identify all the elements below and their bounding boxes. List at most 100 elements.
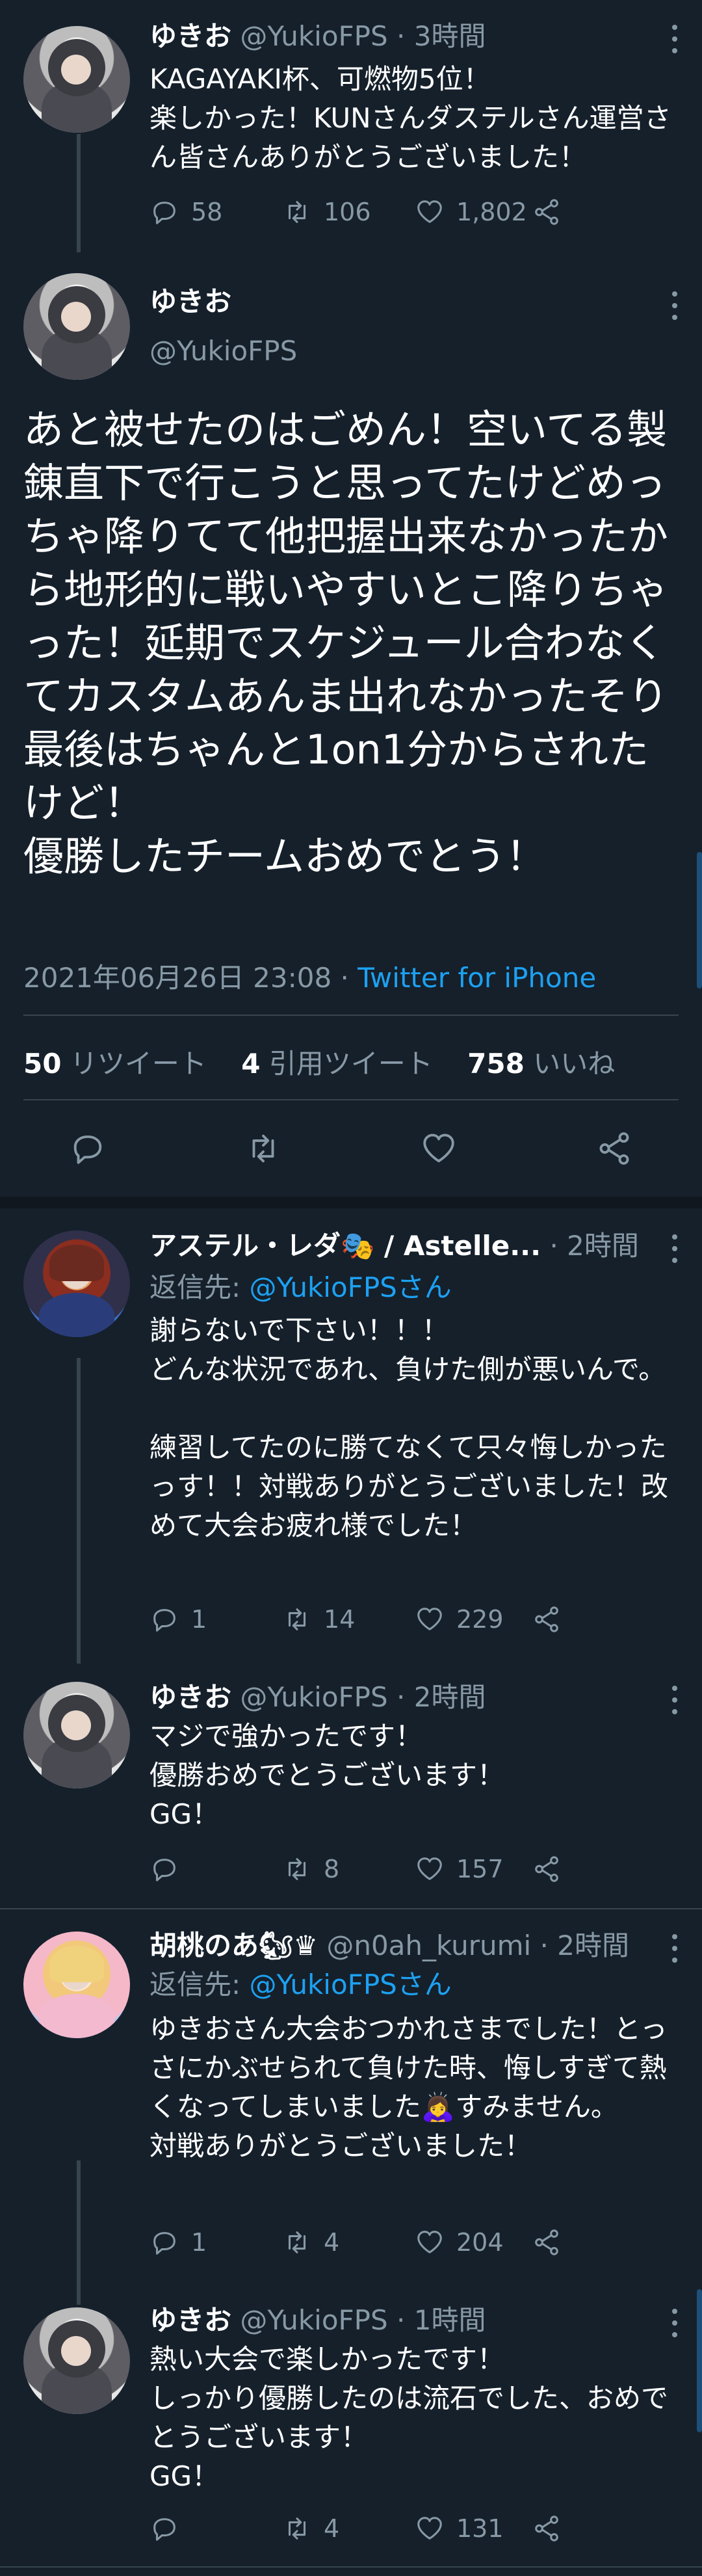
- heart-icon: [417, 1608, 442, 1630]
- avatar[interactable]: [23, 1682, 130, 1788]
- reply-icon: [153, 2518, 176, 2541]
- reply-to-mention[interactable]: @YukioFPSさん: [250, 1271, 452, 1303]
- like-count: 229: [456, 1605, 504, 1634]
- tweet-stats: 50 リツイート 4 引用ツイート 758 いいね: [23, 1042, 615, 1082]
- scrollbar-thumb[interactable]: [697, 2289, 702, 2432]
- reply-button[interactable]: 1: [150, 2227, 266, 2257]
- share-button[interactable]: [532, 1854, 562, 1884]
- reply-count: 1: [191, 2228, 207, 2257]
- reply-button[interactable]: 1: [150, 1604, 266, 1634]
- retweets-stat[interactable]: 50 リツイート: [23, 1048, 207, 1080]
- author-name[interactable]: 胡桃のあ🐿♛: [150, 1930, 318, 1961]
- avatar[interactable]: [23, 1932, 130, 2038]
- heart-icon: [417, 2231, 442, 2253]
- tweet-actions: 4 131: [150, 2509, 686, 2548]
- author-name[interactable]: ゆきお: [150, 20, 231, 52]
- author-handle[interactable]: @YukioFPS: [240, 20, 387, 52]
- tweet-time[interactable]: 1時間: [414, 2304, 486, 2336]
- avatar[interactable]: [23, 26, 130, 133]
- like-button[interactable]: 131: [415, 2514, 532, 2543]
- scrollbar-thumb[interactable]: [697, 852, 702, 989]
- tweet-actions: 1 14 229: [150, 1600, 686, 1639]
- thread-line: [77, 134, 81, 252]
- main-tweet-actions: [0, 1122, 702, 1175]
- reply-button[interactable]: 58: [150, 197, 266, 227]
- share-button[interactable]: [532, 2514, 562, 2543]
- retweet-button[interactable]: 106: [282, 197, 399, 227]
- share-button[interactable]: [532, 1604, 562, 1634]
- tweet-date: 2021年06月26日 23:08 ·: [23, 962, 358, 994]
- heart-icon: [417, 2517, 442, 2540]
- retweet-button[interactable]: 8: [282, 1854, 399, 1884]
- tweet-time[interactable]: 3時間: [414, 20, 486, 52]
- quotes-stat[interactable]: 4 引用ツイート: [241, 1048, 433, 1080]
- divider: [0, 1908, 702, 1909]
- retweet-button[interactable]: 4: [282, 2227, 399, 2257]
- more-options-icon[interactable]: [670, 1686, 680, 1714]
- share-icon: [535, 2229, 558, 2255]
- retweet-icon[interactable]: [244, 1130, 282, 1167]
- more-options-icon[interactable]: [670, 291, 680, 320]
- share-icon[interactable]: [595, 1130, 633, 1167]
- reply-icon[interactable]: [69, 1130, 107, 1167]
- retweet-count: 106: [324, 198, 371, 226]
- like-count: 157: [456, 1855, 504, 1883]
- main-tweet-text: あと被せたのはごめん！空いてる製錬直下で行こうと思ってたけどめっちゃ降りてて他把…: [23, 406, 669, 880]
- share-icon: [535, 2516, 558, 2542]
- author-handle[interactable]: @YukioFPS: [240, 1681, 387, 1713]
- reply-button[interactable]: [150, 2514, 266, 2543]
- more-options-icon[interactable]: [670, 1934, 680, 1963]
- author-handle[interactable]: @YukioFPS: [240, 2304, 387, 2336]
- reply-to-mention[interactable]: @YukioFPSさん: [250, 1969, 452, 2000]
- tweet-time[interactable]: 2時間: [557, 1930, 629, 1961]
- more-options-icon[interactable]: [670, 25, 680, 53]
- more-options-icon[interactable]: [670, 2309, 680, 2337]
- like-button[interactable]: 157: [415, 1854, 532, 1884]
- retweet-button[interactable]: 4: [282, 2514, 399, 2543]
- tweet-text: ゆきおさん大会おつかれさまでした！とっさにかぶせられて負けた時、悔しすぎて熱くな…: [150, 2013, 668, 2162]
- tweet-time[interactable]: 2時間: [414, 1681, 486, 1713]
- thread-line: [77, 1358, 81, 1664]
- avatar[interactable]: [23, 1230, 130, 1337]
- author-name[interactable]: ゆきお: [150, 2304, 231, 2336]
- retweet-icon: [288, 2517, 306, 2540]
- share-button[interactable]: [532, 2227, 562, 2257]
- tweet-client-link[interactable]: Twitter for iPhone: [358, 962, 596, 994]
- like-button[interactable]: 204: [415, 2227, 532, 2257]
- retweet-icon: [288, 1608, 306, 1630]
- reply-count: 58: [191, 198, 223, 226]
- reply-button[interactable]: [150, 1854, 266, 1884]
- heart-icon: [417, 1857, 442, 1880]
- like-count: 204: [456, 2228, 504, 2257]
- tweet-actions: 58 106 1,802: [150, 193, 686, 232]
- author-name[interactable]: ゆきお: [150, 1681, 231, 1713]
- share-button[interactable]: [532, 197, 562, 227]
- avatar[interactable]: [23, 2307, 130, 2414]
- retweet-icon: [288, 2231, 306, 2253]
- like-button[interactable]: 1,802: [415, 197, 532, 227]
- retweet-icon: [288, 201, 306, 223]
- share-icon: [535, 1856, 558, 1882]
- retweet-button[interactable]: 14: [282, 1604, 399, 1634]
- tweet-header: アステル・レダ🎭 / Astelle... · 2時間: [150, 1230, 639, 1262]
- tweet-text: マジで強かったです！ 優勝おめでとうございます！ GG！: [150, 1720, 505, 1830]
- reply-to: 返信先: @YukioFPSさん: [150, 1271, 452, 1303]
- reply-count: 1: [191, 1605, 207, 1634]
- tweet-header: ゆきお @YukioFPS · 3時間: [150, 20, 486, 52]
- author-name[interactable]: アステル・レダ🎭 / Astelle...: [150, 1230, 541, 1262]
- like-count: 1,802: [456, 198, 527, 226]
- like-button[interactable]: 229: [415, 1604, 532, 1634]
- tweet-header: 胡桃のあ🐿♛ @n0ah_kurumi · 2時間: [150, 1930, 629, 1961]
- divider: [0, 2566, 702, 2568]
- like-count: 131: [456, 2514, 504, 2543]
- more-options-icon[interactable]: [670, 1234, 680, 1263]
- author-handle[interactable]: @n0ah_kurumi: [326, 1930, 531, 1961]
- tweet-meta: 2021年06月26日 23:08 · Twitter for iPhone: [23, 956, 596, 996]
- avatar[interactable]: [23, 273, 130, 380]
- tweet-time[interactable]: 2時間: [567, 1230, 639, 1262]
- likes-stat[interactable]: 758 いいね: [467, 1048, 615, 1080]
- tweet-header: ゆきお @YukioFPS · 1時間: [150, 2304, 486, 2336]
- heart-icon[interactable]: [420, 1130, 458, 1167]
- retweet-count: 4: [324, 2228, 340, 2257]
- section-separator: [0, 1197, 702, 1208]
